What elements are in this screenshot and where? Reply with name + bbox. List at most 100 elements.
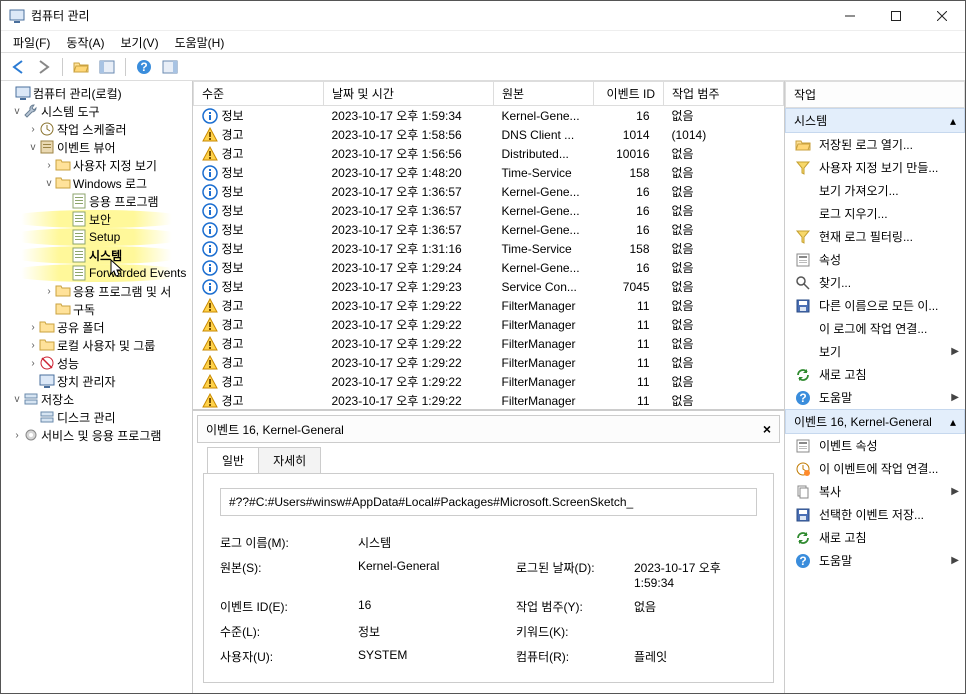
event-row[interactable]: 정보2023-10-17 오후 1:29:24Kernel-Gene...16없…: [194, 258, 784, 277]
action-item[interactable]: 저장된 로그 열기...: [785, 133, 965, 156]
tree-device-manager[interactable]: 장치 관리자: [3, 372, 190, 390]
tab-general[interactable]: 일반: [207, 447, 259, 473]
action-item[interactable]: 이 이벤트에 작업 연결...: [785, 457, 965, 480]
value-category: 없음: [634, 598, 757, 615]
tree-custom-views[interactable]: ›사용자 지정 보기: [3, 156, 190, 174]
actions-header: 작업: [785, 81, 965, 108]
event-row[interactable]: 경고2023-10-17 오후 1:29:22FilterManager11없음: [194, 372, 784, 391]
event-row[interactable]: 정보2023-10-17 오후 1:31:16Time-Service158없음: [194, 239, 784, 258]
tree-event-viewer[interactable]: v이벤트 뷰어: [3, 138, 190, 156]
help-button[interactable]: [133, 56, 155, 78]
detail-close-icon[interactable]: ×: [763, 421, 771, 437]
menu-view[interactable]: 보기(V): [114, 33, 164, 50]
action-item[interactable]: 새로 고침: [785, 363, 965, 386]
action-item[interactable]: 사용자 지정 보기 만들...: [785, 156, 965, 179]
menu-help[interactable]: 도움말(H): [169, 33, 231, 50]
action-item[interactable]: 도움말▶: [785, 549, 965, 572]
event-row[interactable]: 경고2023-10-17 오후 1:29:22FilterManager11없음: [194, 410, 784, 411]
value-logged: 2023-10-17 오후 1:59:34: [634, 559, 757, 590]
tree-log-security[interactable]: 보안: [3, 210, 190, 228]
tree-services-apps[interactable]: ›서비스 및 응용 프로그램: [3, 426, 190, 444]
app-icon: [9, 8, 25, 24]
action-item[interactable]: 찾기...: [785, 271, 965, 294]
action-item[interactable]: 선택한 이벤트 저장...: [785, 503, 965, 526]
close-button[interactable]: [919, 1, 965, 31]
event-row[interactable]: 경고2023-10-17 오후 1:29:22FilterManager11없음: [194, 296, 784, 315]
event-row[interactable]: 경고2023-10-17 오후 1:29:22FilterManager11없음: [194, 315, 784, 334]
tree-shared-folders[interactable]: ›공유 폴더: [3, 318, 190, 336]
tree-local-users[interactable]: ›로컬 사용자 및 그룹: [3, 336, 190, 354]
action-item[interactable]: 복사▶: [785, 480, 965, 503]
event-row[interactable]: 경고2023-10-17 오후 1:29:22FilterManager11없음: [194, 353, 784, 372]
label-logged: 로그된 날짜(D):: [516, 559, 626, 590]
action-item[interactable]: 새로 고침: [785, 526, 965, 549]
tree-subscriptions[interactable]: 구독: [3, 300, 190, 318]
event-row[interactable]: 정보2023-10-17 오후 1:36:57Kernel-Gene...16없…: [194, 201, 784, 220]
col-category[interactable]: 작업 범주: [664, 82, 784, 106]
value-logname: 시스템: [358, 534, 508, 551]
tree-log-system[interactable]: 시스템: [3, 246, 190, 264]
tree-app-services-logs[interactable]: ›응용 프로그램 및 서: [3, 282, 190, 300]
event-row[interactable]: 경고2023-10-17 오후 1:29:22FilterManager11없음: [194, 334, 784, 353]
toolbar: [1, 53, 965, 81]
tree-log-setup[interactable]: Setup: [3, 228, 190, 246]
event-row[interactable]: 정보2023-10-17 오후 1:29:23Service Con...704…: [194, 277, 784, 296]
event-row[interactable]: 정보2023-10-17 오후 1:36:57Kernel-Gene...16없…: [194, 182, 784, 201]
tree-log-application[interactable]: 응용 프로그램: [3, 192, 190, 210]
minimize-button[interactable]: [827, 1, 873, 31]
event-row[interactable]: 경고2023-10-17 오후 1:29:22FilterManager11없음: [194, 391, 784, 410]
label-keywords: 키워드(K):: [516, 623, 626, 640]
label-category: 작업 범주(Y):: [516, 598, 626, 615]
event-list[interactable]: 수준 날짜 및 시간 원본 이벤트 ID 작업 범주 정보2023-10-17 …: [193, 81, 784, 411]
col-level[interactable]: 수준: [194, 82, 324, 106]
detail-body: #??#C:#Users#winsw#AppData#Local#Package…: [203, 473, 774, 683]
col-eventid[interactable]: 이벤트 ID: [594, 82, 664, 106]
action-item[interactable]: 보기▶: [785, 340, 965, 363]
tab-detail[interactable]: 자세히: [258, 447, 321, 473]
tree-disk-management[interactable]: 디스크 관리: [3, 408, 190, 426]
action-item[interactable]: 로그 지우기...: [785, 202, 965, 225]
value-keywords: [634, 623, 757, 640]
tree-log-forwarded[interactable]: Forwarded Events: [3, 264, 190, 282]
action-item[interactable]: 보기 가져오기...: [785, 179, 965, 202]
actions-section-system[interactable]: 시스템▴: [785, 108, 965, 133]
action-item[interactable]: 이 로그에 작업 연결...: [785, 317, 965, 340]
center-pane: 수준 날짜 및 시간 원본 이벤트 ID 작업 범주 정보2023-10-17 …: [193, 81, 785, 693]
maximize-button[interactable]: [873, 1, 919, 31]
up-button[interactable]: [70, 56, 92, 78]
back-button[interactable]: [7, 56, 29, 78]
action-item[interactable]: 현재 로그 필터링...: [785, 225, 965, 248]
forward-button[interactable]: [33, 56, 55, 78]
event-row[interactable]: 정보2023-10-17 오후 1:48:20Time-Service158없음: [194, 163, 784, 182]
value-user: SYSTEM: [358, 648, 508, 665]
action-item[interactable]: 이벤트 속성: [785, 434, 965, 457]
menu-file[interactable]: 파일(F): [7, 33, 56, 50]
label-level: 수준(L):: [220, 623, 350, 640]
tree-windows-logs[interactable]: vWindows 로그: [3, 174, 190, 192]
show-hide-action-button[interactable]: [159, 56, 181, 78]
nav-tree[interactable]: 컴퓨터 관리(로컬) v시스템 도구 ›작업 스케줄러 v이벤트 뷰어 ›사용자…: [1, 81, 193, 693]
action-item[interactable]: 도움말▶: [785, 386, 965, 409]
tree-system-tools[interactable]: v시스템 도구: [3, 102, 190, 120]
value-eventid: 16: [358, 598, 508, 615]
actions-section-event[interactable]: 이벤트 16, Kernel-General▴: [785, 409, 965, 434]
tree-root[interactable]: 컴퓨터 관리(로컬): [3, 84, 190, 102]
show-hide-tree-button[interactable]: [96, 56, 118, 78]
event-row[interactable]: 경고2023-10-17 오후 1:56:56Distributed...100…: [194, 144, 784, 163]
tree-task-scheduler[interactable]: ›작업 스케줄러: [3, 120, 190, 138]
col-datetime[interactable]: 날짜 및 시간: [324, 82, 494, 106]
collapse-icon: ▴: [950, 114, 956, 128]
event-row[interactable]: 정보2023-10-17 오후 1:36:57Kernel-Gene...16없…: [194, 220, 784, 239]
menu-action[interactable]: 동작(A): [60, 33, 110, 50]
action-item[interactable]: 다른 이름으로 모든 이...: [785, 294, 965, 317]
detail-header: 이벤트 16, Kernel-General ×: [197, 415, 780, 443]
col-source[interactable]: 원본: [494, 82, 594, 106]
collapse-icon: ▴: [950, 415, 956, 429]
event-row[interactable]: 정보2023-10-17 오후 1:59:34Kernel-Gene...16없…: [194, 106, 784, 126]
tree-performance[interactable]: ›성능: [3, 354, 190, 372]
actions-pane: 작업 시스템▴ 저장된 로그 열기...사용자 지정 보기 만들...보기 가져…: [785, 81, 965, 693]
action-item[interactable]: 속성: [785, 248, 965, 271]
tree-storage[interactable]: v저장소: [3, 390, 190, 408]
event-row[interactable]: 경고2023-10-17 오후 1:58:56DNS Client ...101…: [194, 125, 784, 144]
menubar: 파일(F) 동작(A) 보기(V) 도움말(H): [1, 31, 965, 53]
